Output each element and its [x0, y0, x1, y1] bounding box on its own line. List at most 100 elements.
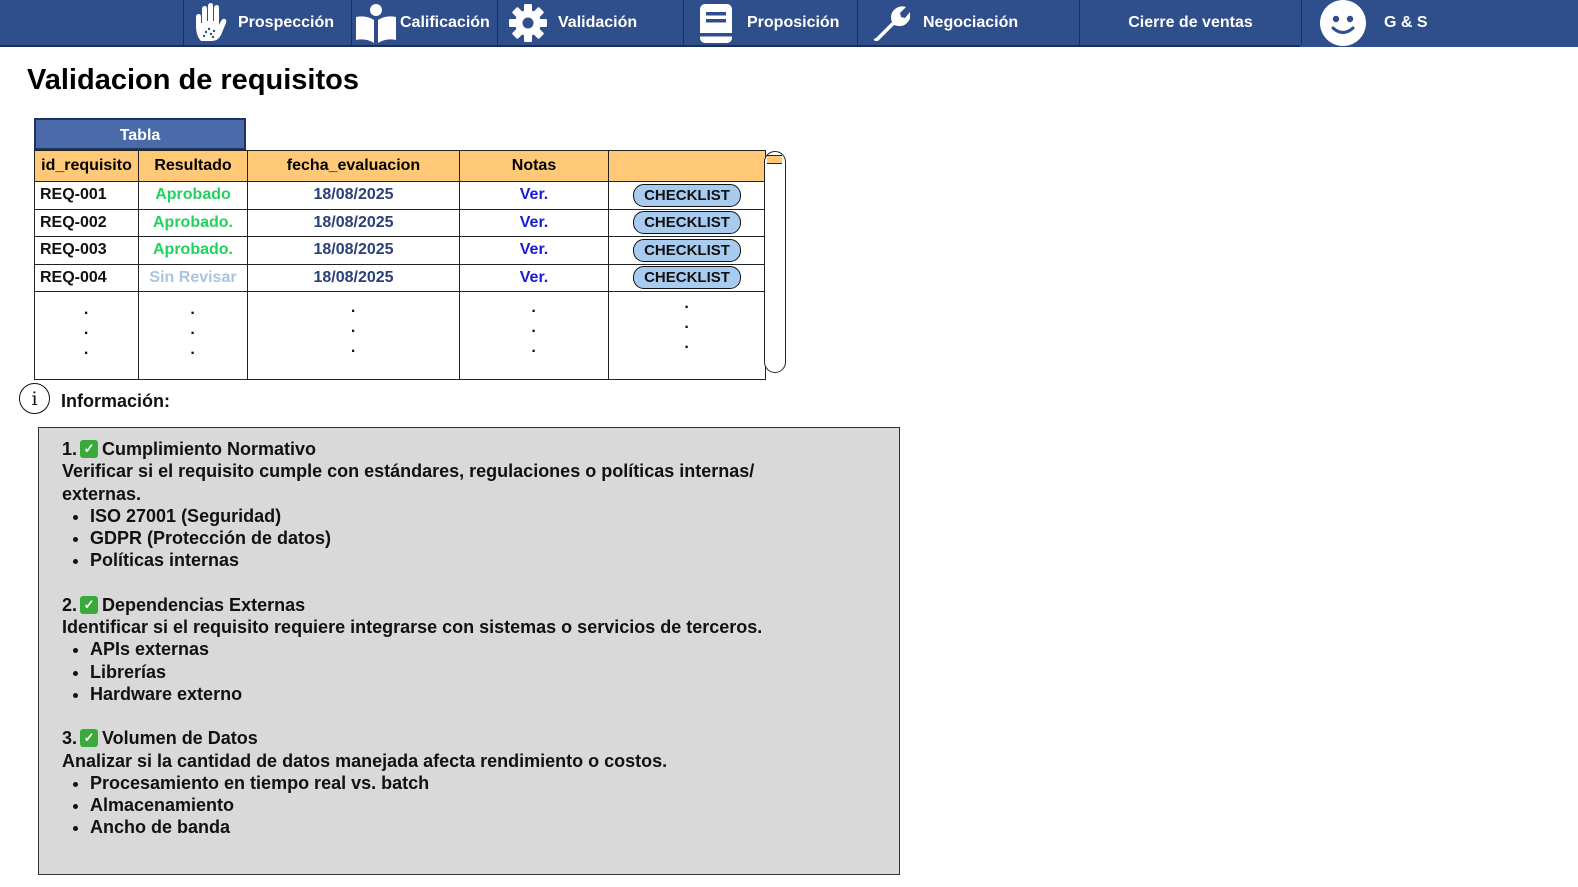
list-item: Librerías	[90, 661, 899, 683]
header-resultado[interactable]: Resultado	[138, 150, 248, 182]
checklist-button[interactable]: CHECKLIST	[633, 238, 741, 262]
cell-result: Aprobado.	[138, 236, 248, 265]
cell-date: 18/08/2025	[247, 236, 460, 265]
table-header-row: id_requisito Resultado fecha_evaluacion …	[34, 150, 766, 182]
open-book-icon	[352, 3, 400, 43]
section-description: Analizar si la cantidad de datos manejad…	[62, 750, 668, 771]
section-title-text: Cumplimiento Normativo	[102, 439, 317, 459]
section-number: 1.	[62, 439, 78, 459]
notes-link[interactable]: Ver.	[459, 236, 609, 265]
list-item: ISO 27001 (Seguridad)	[90, 505, 899, 527]
info-icon: i	[19, 383, 50, 414]
section-title: 3. ✓ Volumen de Datos	[62, 727, 899, 749]
checklist-button[interactable]: CHECKLIST	[633, 266, 741, 290]
nav-item-validacion[interactable]: Validación	[498, 0, 684, 45]
notes-link[interactable]: Ver.	[459, 263, 609, 292]
cell-date: 18/08/2025	[247, 181, 460, 210]
section-title-text: Volumen de Datos	[102, 728, 258, 749]
section-number: 2.	[62, 594, 78, 615]
section-number: 3.	[62, 728, 78, 749]
notebook-icon	[684, 3, 747, 43]
cell-id: REQ-004	[34, 263, 139, 292]
list-item: GDPR (Protección de datos)	[90, 527, 899, 549]
table-scrollbar[interactable]	[764, 151, 786, 373]
ellipsis-cell: · · ·	[247, 291, 460, 380]
list-item: Almacenamiento	[90, 794, 899, 816]
ellipsis-cell: · · ·	[608, 291, 766, 380]
nav-label: Calificación	[400, 13, 490, 31]
tab-tabla[interactable]: Tabla	[34, 118, 246, 150]
cell-id: REQ-003	[34, 236, 139, 265]
ellipsis-cell: · · ·	[459, 291, 609, 380]
list-item: Ancho de banda	[90, 816, 899, 838]
nav-label: Cierre de ventas	[1128, 13, 1253, 31]
cell-action: CHECKLIST	[608, 208, 766, 237]
check-mark-icon: ✓	[80, 729, 99, 748]
wrench-icon	[858, 5, 923, 41]
ellipsis: · · ·	[83, 305, 90, 362]
info-section: 1. ✓ Cumplimiento Normativo Verificar si…	[62, 438, 899, 572]
page-title: Validacion de requisitos	[27, 64, 359, 96]
table-row[interactable]: REQ-004 Sin Revisar 18/08/2025 Ver. CHEC…	[34, 263, 766, 292]
ellipsis: · · ·	[684, 299, 690, 356]
list-item: Políticas internas	[90, 549, 899, 571]
cell-date: 18/08/2025	[247, 263, 460, 292]
ellipsis: · · ·	[531, 303, 537, 360]
header-notas[interactable]: Notas	[459, 150, 609, 182]
nav-item-g-and-s[interactable]: G & S	[1302, 0, 1578, 46]
cell-action: CHECKLIST	[608, 263, 766, 292]
scroll-thumb[interactable]	[767, 155, 782, 164]
nav-label: Negociación	[923, 13, 1019, 31]
list-item: APIs externas	[90, 638, 899, 660]
cell-result: Aprobado.	[138, 208, 248, 237]
notes-link[interactable]: Ver.	[459, 181, 609, 210]
section-description: Identificar si el requisito requiere int…	[62, 617, 763, 638]
nav-label: Prospección	[238, 13, 335, 31]
nav-label: G & S	[1384, 13, 1428, 31]
table-row[interactable]: REQ-002 Aprobado. 18/08/2025 Ver. CHECKL…	[34, 208, 766, 237]
info-label: Información:	[61, 391, 171, 411]
table-row[interactable]: REQ-001 Aprobado 18/08/2025 Ver. CHECKLI…	[34, 181, 766, 210]
list-item: Hardware externo	[90, 683, 899, 705]
checklist-button[interactable]: CHECKLIST	[633, 183, 741, 207]
info-section: 2. ✓ Dependencias Externas Identificar s…	[62, 594, 899, 705]
cell-result: Aprobado	[138, 181, 248, 210]
info-panel: 1. ✓ Cumplimiento Normativo Verificar si…	[38, 427, 900, 875]
checklist-button[interactable]: CHECKLIST	[633, 211, 741, 235]
ellipsis: · · ·	[350, 303, 357, 360]
section-title: 1. ✓ Cumplimiento Normativo	[62, 438, 899, 460]
gear-icon	[498, 3, 558, 43]
section-title-text: Dependencias Externas	[102, 594, 306, 615]
nav-item-calificacion[interactable]: Calificación	[352, 0, 498, 45]
nav-item-proposicion[interactable]: Proposición	[684, 0, 858, 45]
top-navigation: Prospección Calificación Validación Prop…	[0, 0, 1578, 47]
header-actions	[608, 150, 766, 182]
notes-link[interactable]: Ver.	[459, 208, 609, 237]
cell-action: CHECKLIST	[608, 236, 766, 265]
requirements-table: id_requisito Resultado fecha_evaluacion …	[34, 150, 766, 380]
section-list: APIs externas Librerías Hardware externo	[62, 638, 899, 705]
nav-divider	[0, 45, 1300, 47]
nav-item-cierre-de-ventas[interactable]: Cierre de ventas	[1080, 0, 1302, 45]
list-item: Procesamiento en tiempo real vs. batch	[90, 772, 899, 794]
cell-action: CHECKLIST	[608, 181, 766, 210]
info-section: 3. ✓ Volumen de Datos Analizar si la can…	[62, 727, 899, 838]
section-list: ISO 27001 (Seguridad) GDPR (Protección d…	[62, 505, 899, 572]
table-row-ellipsis: · · · · · · · · · · · · · · ·	[34, 291, 766, 380]
nav-item-prospeccion[interactable]: Prospección	[184, 0, 352, 45]
table-row[interactable]: REQ-003 Aprobado. 18/08/2025 Ver. CHECKL…	[34, 236, 766, 265]
cell-result: Sin Revisar	[138, 263, 248, 292]
ellipsis-cell: · · ·	[34, 291, 139, 380]
nav-item-negociacion[interactable]: Negociación	[858, 0, 1080, 45]
nav-spacer	[0, 0, 184, 45]
cell-id: REQ-001	[34, 181, 139, 210]
section-list: Procesamiento en tiempo real vs. batch A…	[62, 772, 899, 839]
section-description: Verificar si el requisito cumple con est…	[62, 461, 755, 504]
header-id-requisito[interactable]: id_requisito	[34, 150, 139, 182]
check-mark-icon: ✓	[80, 595, 99, 614]
smiley-icon	[1302, 0, 1384, 46]
header-fecha-evaluacion[interactable]: fecha_evaluacion	[247, 150, 460, 182]
hand-icon	[184, 2, 238, 43]
nav-label: Proposición	[747, 13, 840, 31]
ellipsis-cell: · · ·	[138, 291, 248, 380]
